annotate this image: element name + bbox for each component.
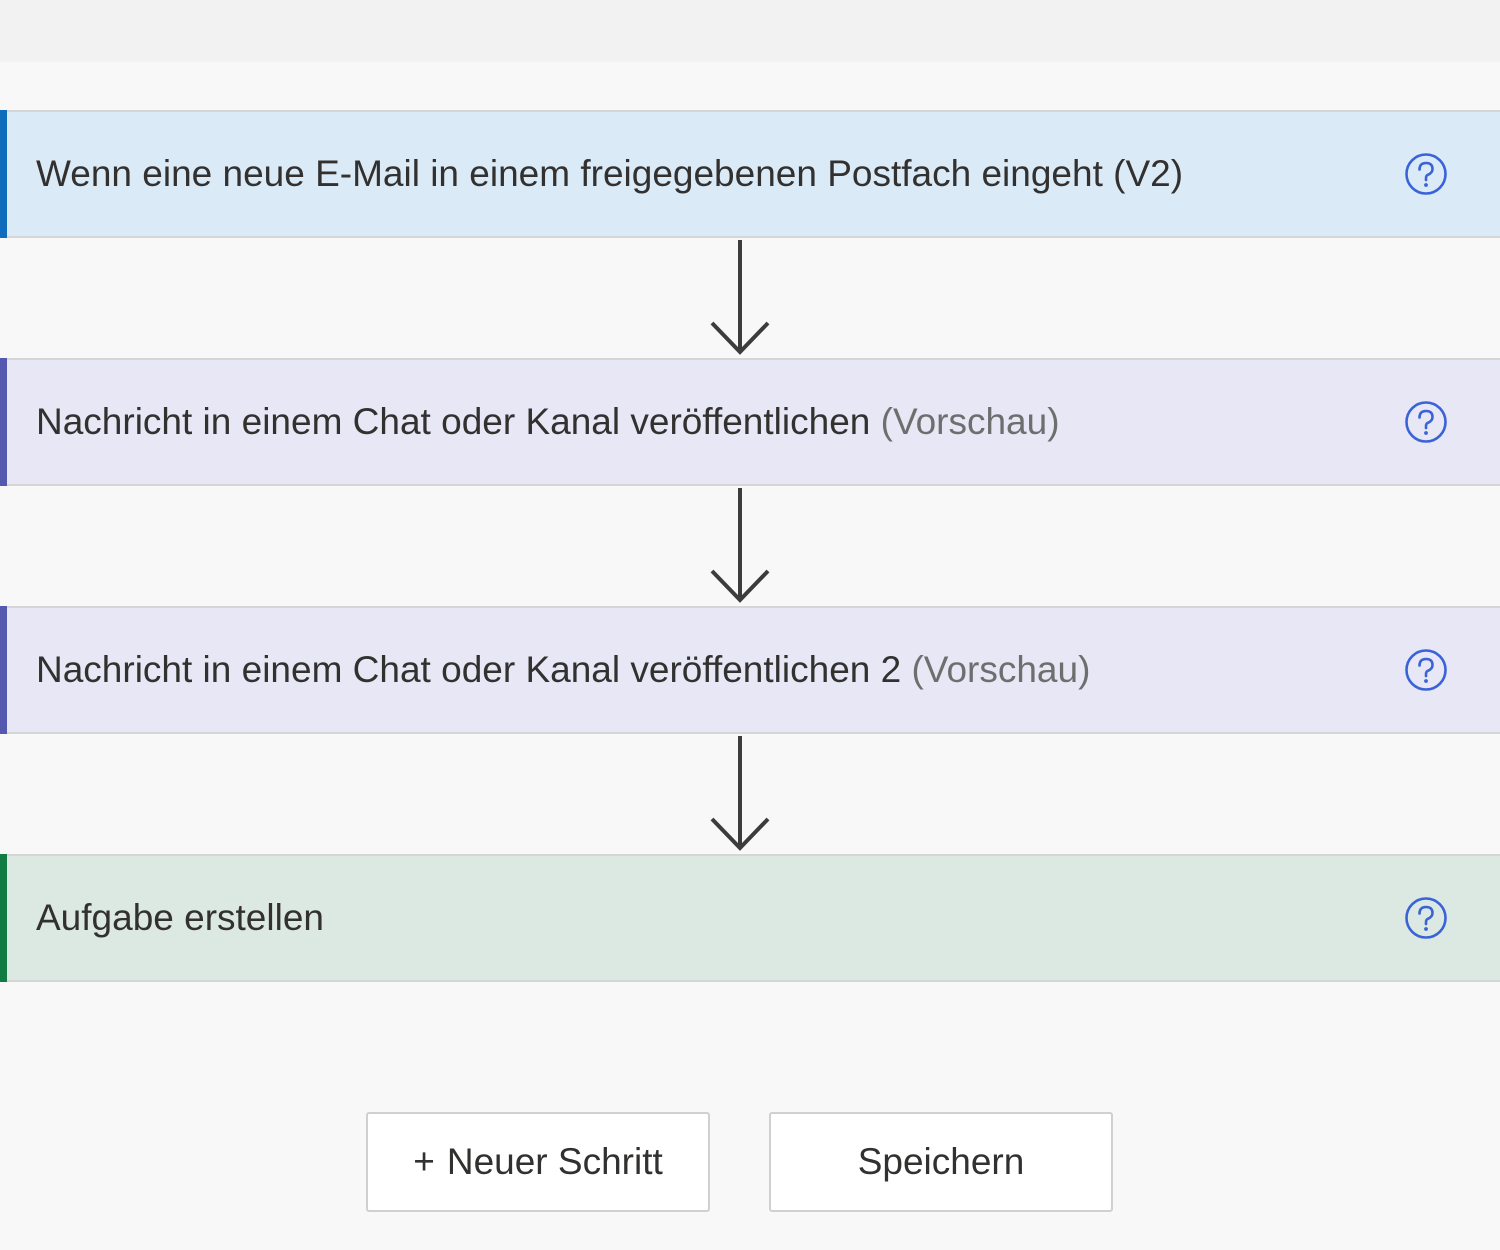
new-step-button[interactable]: + Neuer Schritt <box>366 1112 710 1212</box>
arrow-down-icon <box>710 240 770 355</box>
step-title-text: Nachricht in einem Chat oder Kanal veröf… <box>36 401 871 442</box>
flow-step-trigger[interactable]: Wenn eine neue E-Mail in einem freigegeb… <box>0 110 1500 238</box>
step-title: Wenn eine neue E-Mail in einem freigegeb… <box>36 153 1183 195</box>
step-title: Nachricht in einem Chat oder Kanal veröf… <box>36 401 1060 443</box>
step-title-suffix: (Vorschau) <box>880 401 1060 442</box>
help-circle-icon[interactable] <box>1404 896 1448 940</box>
step-title-text: Nachricht in einem Chat oder Kanal veröf… <box>36 649 902 690</box>
step-title-text: Wenn eine neue E-Mail in einem freigegeb… <box>36 153 1184 194</box>
step-accent-bar <box>0 110 7 238</box>
step-accent-bar <box>0 358 7 486</box>
plus-icon: + <box>413 1141 435 1182</box>
step-title: Aufgabe erstellen <box>36 897 324 939</box>
arrow-down-icon <box>710 736 770 851</box>
step-title-suffix: (Vorschau) <box>911 649 1091 690</box>
step-accent-bar <box>0 854 7 982</box>
save-label: Speichern <box>857 1141 1025 1182</box>
flow-step-post-message-2[interactable]: Nachricht in einem Chat oder Kanal veröf… <box>0 606 1500 734</box>
new-step-label: Neuer Schritt <box>446 1141 663 1182</box>
help-circle-icon[interactable] <box>1404 152 1448 196</box>
step-title: Nachricht in einem Chat oder Kanal veröf… <box>36 649 1090 691</box>
help-circle-icon[interactable] <box>1404 648 1448 692</box>
top-bar <box>0 0 1500 62</box>
arrow-down-icon <box>710 488 770 603</box>
flow-step-post-message[interactable]: Nachricht in einem Chat oder Kanal veröf… <box>0 358 1500 486</box>
help-circle-icon[interactable] <box>1404 400 1448 444</box>
step-accent-bar <box>0 606 7 734</box>
flow-step-create-task[interactable]: Aufgabe erstellen <box>0 854 1500 982</box>
step-title-text: Aufgabe erstellen <box>36 897 324 938</box>
save-button[interactable]: Speichern <box>769 1112 1113 1212</box>
